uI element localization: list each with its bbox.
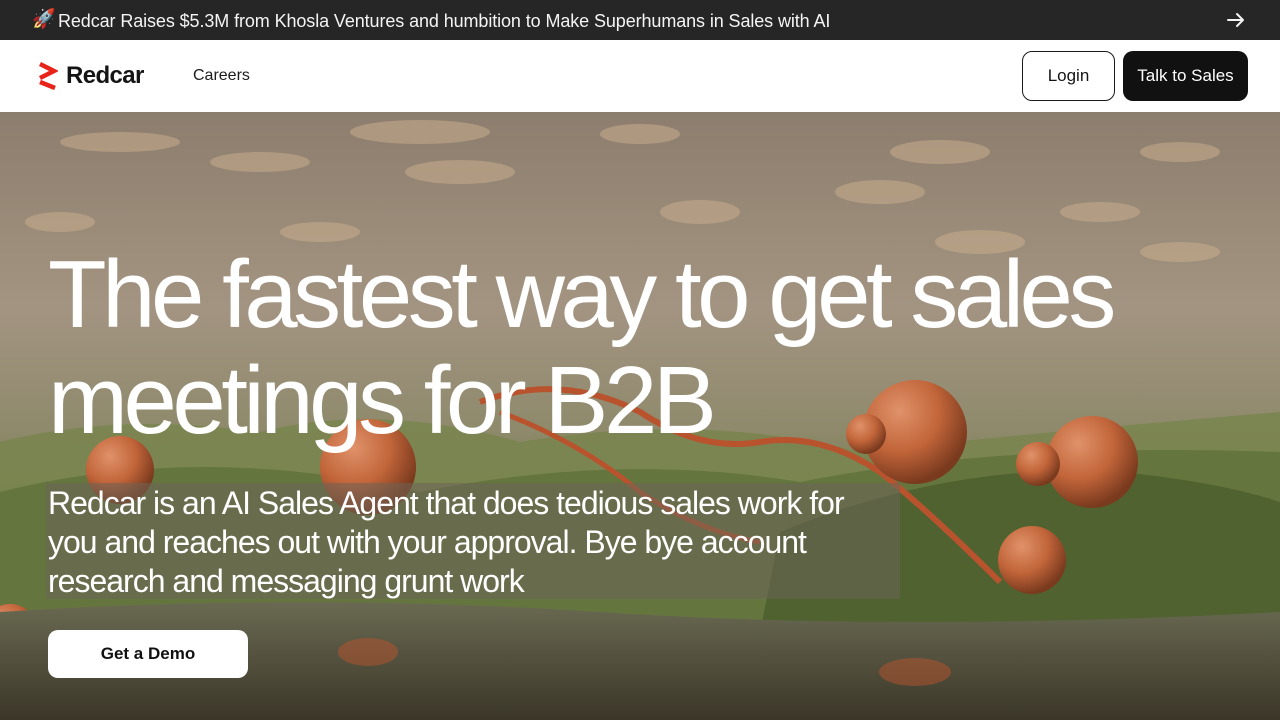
hero-section: The fastest way to get sales meetings fo… <box>0 112 1280 720</box>
top-nav: Redcar Careers Login Talk to Sales <box>0 40 1280 112</box>
nav-link-careers[interactable]: Careers <box>193 66 250 86</box>
brand-name: Redcar <box>66 62 144 89</box>
redcar-logo-icon <box>38 62 58 90</box>
brand-logo[interactable]: Redcar <box>38 62 144 90</box>
rocket-icon: 🚀 <box>32 9 56 30</box>
announcement-text[interactable]: Redcar Raises $5.3M from Khosla Ventures… <box>58 10 830 32</box>
get-demo-button[interactable]: Get a Demo <box>48 630 248 678</box>
hero-subtext: Redcar is an AI Sales Agent that does te… <box>48 485 845 599</box>
login-button[interactable]: Login <box>1022 51 1115 101</box>
arrow-right-icon[interactable] <box>1226 11 1246 29</box>
talk-to-sales-button[interactable]: Talk to Sales <box>1123 51 1248 101</box>
announcement-bar[interactable]: 🚀 Redcar Raises $5.3M from Khosla Ventur… <box>0 0 1280 40</box>
hero-headline: The fastest way to get sales meetings fo… <box>48 241 1116 454</box>
